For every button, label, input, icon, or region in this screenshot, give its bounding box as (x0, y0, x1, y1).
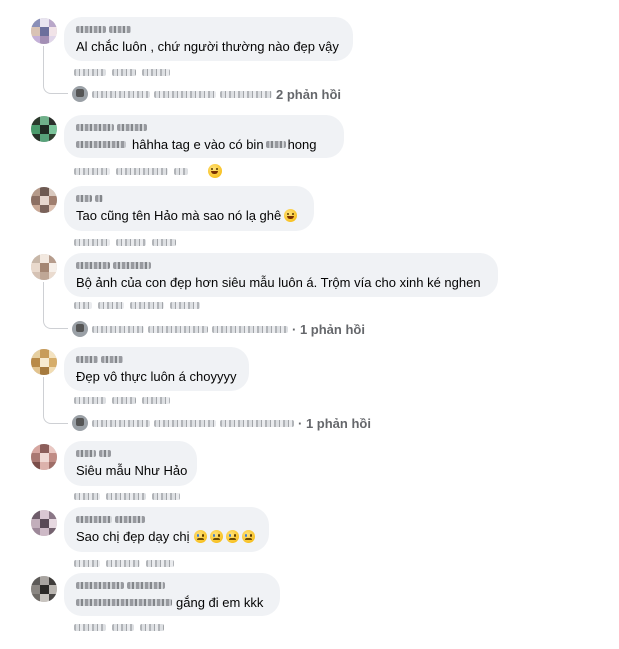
comment-text: Đẹp vô thực luôn á choyyyy (76, 369, 237, 384)
commenter-name-redacted[interactable] (76, 259, 486, 271)
commenter-avatar[interactable] (31, 444, 57, 470)
comment-bubble: hâhha tag e vào có bin hong (64, 115, 344, 158)
commenter-name-redacted[interactable] (76, 447, 185, 459)
reply-avatar (72, 415, 88, 431)
comment-bubble: gắng đi em kkk (64, 573, 280, 616)
commenter-name-redacted[interactable] (76, 192, 302, 204)
view-replies-link[interactable]: · 1 phản hồi (72, 320, 365, 338)
comment-bubble: Sao chị đẹp dạy chị (64, 507, 269, 552)
reply-thread-line (43, 282, 68, 329)
comment-text: Al chắc luôn , chứ người thường nào đẹp … (76, 39, 339, 54)
reply-count[interactable]: · 1 phản hồi (298, 416, 371, 431)
commenter-name-redacted[interactable] (76, 23, 341, 35)
commenter-avatar[interactable] (31, 18, 57, 44)
tagged-user-redacted[interactable] (76, 141, 126, 148)
laughing-emoji-icon (284, 209, 298, 222)
comment-actions-redacted[interactable] (74, 492, 180, 500)
commenter-avatar[interactable] (31, 254, 57, 280)
reply-thread-line (43, 46, 68, 94)
reply-count[interactable]: · 1 phản hồi (292, 322, 365, 337)
comment-text: Sao chị đẹp dạy chị (76, 528, 257, 545)
commenter-name-redacted[interactable] (76, 121, 332, 133)
crying-emoji-icon (226, 530, 240, 543)
redacted-word (265, 141, 286, 148)
commenter-name-redacted[interactable] (76, 579, 268, 591)
reply-avatar (72, 321, 88, 337)
comment-actions-redacted[interactable] (74, 623, 164, 631)
crying-emoji-icon (242, 530, 256, 543)
tagged-user-redacted[interactable] (76, 599, 172, 606)
laughing-emoji-icon (208, 164, 222, 178)
comment-text: Tao cũng tên Hảo mà sao nó lạ ghê (76, 207, 302, 224)
commenter-avatar[interactable] (31, 116, 57, 142)
comment-bubble: Al chắc luôn , chứ người thường nào đẹp … (64, 17, 353, 61)
commenter-avatar[interactable] (31, 187, 57, 213)
comment-actions-redacted[interactable] (74, 68, 170, 76)
reply-count[interactable]: 2 phản hồi (276, 87, 341, 102)
comment-text: hâhha tag e vào có bin hong (76, 136, 332, 153)
comment-bubble: Tao cũng tên Hảo mà sao nó lạ ghê (64, 186, 314, 231)
comment-text-part: gắng đi em kkk (176, 595, 264, 610)
reply-thread-line (43, 377, 68, 424)
comment-actions-redacted[interactable] (74, 238, 176, 246)
reply-avatar (72, 86, 88, 102)
comment-text: Siêu mẫu Như Hảo (76, 463, 188, 478)
comment-bubble: Siêu mẫu Như Hảo (64, 441, 197, 486)
comment-actions-redacted[interactable] (74, 559, 174, 567)
commenter-avatar[interactable] (31, 510, 57, 536)
comment-text: gắng đi em kkk (76, 594, 268, 611)
comment-text-part: Tao cũng tên Hảo mà sao nó lạ ghê (76, 208, 282, 223)
view-replies-link[interactable]: · 1 phản hồi (72, 414, 371, 432)
comment-text-part: hâhha tag e vào có bin (132, 137, 264, 152)
crying-emoji-icon (194, 530, 208, 543)
commenter-name-redacted[interactable] (76, 513, 257, 525)
commenter-avatar[interactable] (31, 349, 57, 375)
comment-text-part: hong (287, 137, 317, 152)
comment-actions-redacted[interactable] (74, 301, 200, 309)
commenter-avatar[interactable] (31, 576, 57, 602)
comment-text-part: Sao chị đẹp dạy chị (76, 529, 190, 544)
comment-text: Bộ ảnh của con đẹp hơn siêu mẫu luôn á. … (76, 275, 481, 290)
commenter-name-redacted[interactable] (76, 353, 237, 365)
crying-emoji-icon (210, 530, 224, 543)
comment-bubble: Bộ ảnh của con đẹp hơn siêu mẫu luôn á. … (64, 253, 498, 297)
comment-actions-redacted[interactable] (74, 396, 170, 404)
view-replies-link[interactable]: 2 phản hồi (72, 85, 341, 103)
comment-actions-redacted[interactable] (74, 164, 222, 178)
comment-bubble: Đẹp vô thực luôn á choyyyy (64, 347, 249, 391)
